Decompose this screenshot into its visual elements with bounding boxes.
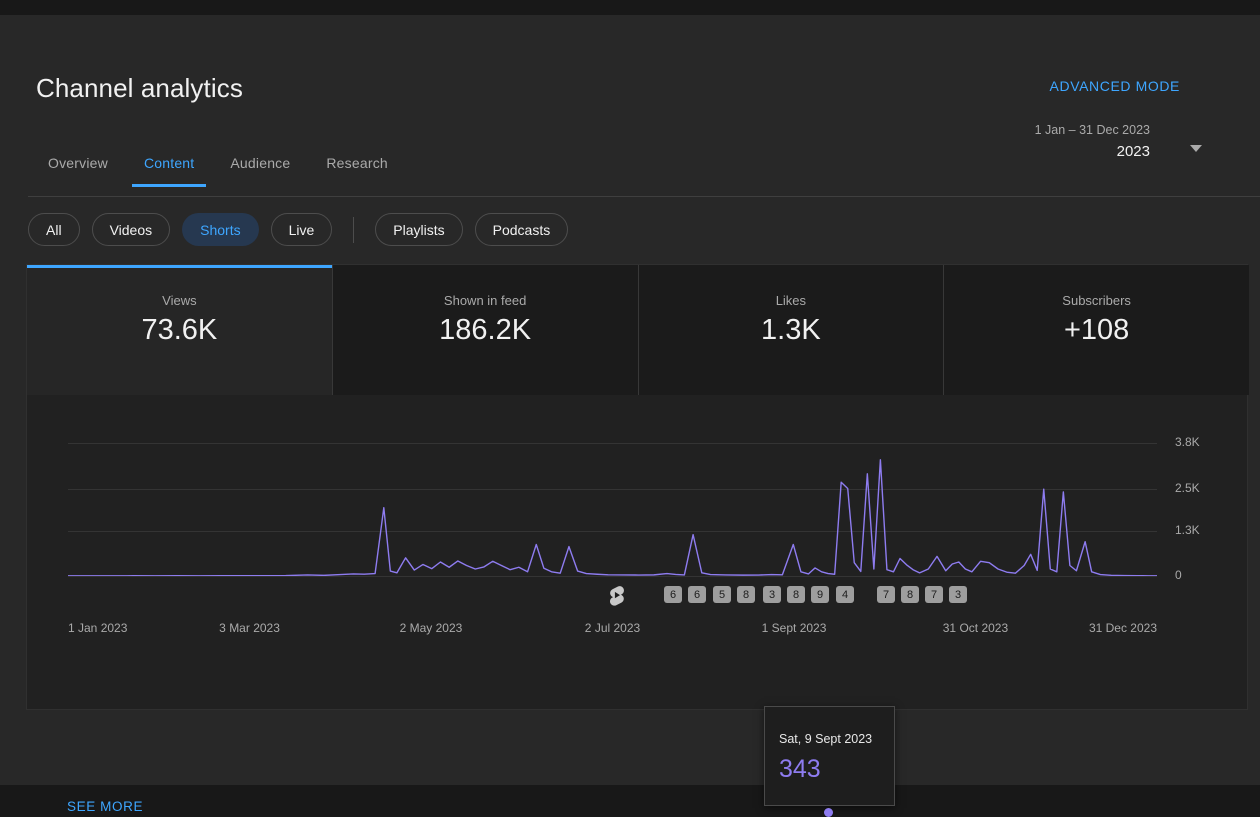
x-axis-tick-label: 31 Oct 2023 bbox=[943, 621, 1008, 635]
tabs-divider bbox=[28, 196, 1260, 197]
metric-label: Views bbox=[27, 293, 332, 308]
publish-count-badge[interactable]: 3 bbox=[763, 586, 781, 603]
x-axis-tick-label: 2 May 2023 bbox=[400, 621, 463, 635]
chip-videos[interactable]: Videos bbox=[92, 213, 171, 246]
x-axis-tick-label: 2 Jul 2023 bbox=[585, 621, 640, 635]
metric-card-shown-in-feed[interactable]: Shown in feed 186.2K bbox=[333, 265, 639, 395]
chip-live[interactable]: Live bbox=[271, 213, 333, 246]
analytics-page: Channel analytics ADVANCED MODE 1 Jan – … bbox=[0, 15, 1260, 785]
y-axis-tick-label: 2.5K bbox=[1175, 481, 1200, 495]
chart-tooltip: Sat, 9 Sept 2023 343 bbox=[764, 706, 895, 806]
publish-count-badge[interactable]: 3 bbox=[949, 586, 967, 603]
chip-all[interactable]: All bbox=[28, 213, 80, 246]
x-axis-tick-label: 1 Jan 2023 bbox=[68, 621, 127, 635]
chip-shorts[interactable]: Shorts bbox=[182, 213, 258, 246]
analytics-tabs: Overview Content Audience Research bbox=[36, 155, 412, 187]
views-line-chart[interactable] bbox=[68, 443, 1157, 576]
publish-count-badge[interactable]: 8 bbox=[787, 586, 805, 603]
tooltip-value: 343 bbox=[779, 755, 821, 784]
metric-label: Shown in feed bbox=[333, 293, 638, 308]
metric-cards: Views 73.6KShown in feed 186.2KLikes 1.3KSu… bbox=[27, 265, 1249, 395]
x-axis-tick-label: 1 Sept 2023 bbox=[762, 621, 827, 635]
metric-card-views[interactable]: Views 73.6K bbox=[27, 265, 333, 395]
publish-count-badge[interactable]: 6 bbox=[664, 586, 682, 603]
publish-count-badge[interactable]: 7 bbox=[877, 586, 895, 603]
metric-value: +108 bbox=[944, 314, 1249, 347]
publish-count-badge[interactable]: 8 bbox=[901, 586, 919, 603]
tab-content[interactable]: Content bbox=[132, 155, 206, 187]
chip-podcasts[interactable]: Podcasts bbox=[475, 213, 569, 246]
y-axis-tick-label: 3.8K bbox=[1175, 435, 1200, 449]
content-type-filters: All Videos Shorts Live Playlists Podcasts bbox=[28, 213, 568, 246]
metric-label: Subscribers bbox=[944, 293, 1249, 308]
date-range-value: 2023 bbox=[1117, 143, 1150, 160]
chart-hover-point bbox=[824, 808, 833, 817]
analytics-content: Channel analytics ADVANCED MODE 1 Jan – … bbox=[14, 15, 1260, 785]
metric-card-subscribers[interactable]: Subscribers +108 bbox=[944, 265, 1249, 395]
publish-count-badge[interactable]: 7 bbox=[925, 586, 943, 603]
page-title: Channel analytics bbox=[36, 73, 243, 104]
publish-count-badge[interactable]: 5 bbox=[713, 586, 731, 603]
metric-value: 186.2K bbox=[333, 314, 638, 347]
publish-count-badge[interactable]: 9 bbox=[811, 586, 829, 603]
metric-card-likes[interactable]: Likes 1.3K bbox=[639, 265, 945, 395]
x-axis-tick-label: 3 Mar 2023 bbox=[219, 621, 280, 635]
y-axis-tick-label: 0 bbox=[1175, 568, 1182, 582]
publish-count-badge[interactable]: 4 bbox=[836, 586, 854, 603]
gridline bbox=[68, 576, 1157, 577]
chip-playlists[interactable]: Playlists bbox=[375, 213, 462, 246]
metric-value: 1.3K bbox=[639, 314, 944, 347]
see-more-link[interactable]: SEE MORE bbox=[67, 799, 143, 814]
date-range-subtitle: 1 Jan – 31 Dec 2023 bbox=[1035, 123, 1150, 137]
chart-area: 0 1.3K 2.5K 3.8K 1 Jan 2023 3 Mar 2023 2 May … bbox=[27, 395, 1249, 711]
chip-divider bbox=[353, 217, 354, 243]
publish-count-badge[interactable]: 6 bbox=[688, 586, 706, 603]
y-axis-tick-label: 1.3K bbox=[1175, 523, 1200, 537]
advanced-mode-link[interactable]: ADVANCED MODE bbox=[1050, 78, 1180, 94]
publish-count-badge[interactable]: 8 bbox=[737, 586, 755, 603]
tab-overview[interactable]: Overview bbox=[36, 155, 120, 187]
tooltip-date: Sat, 9 Sept 2023 bbox=[779, 732, 872, 746]
publish-markers: 665838947873 bbox=[27, 586, 1249, 606]
metric-value: 73.6K bbox=[27, 314, 332, 347]
x-axis-tick-label: 31 Dec 2023 bbox=[1089, 621, 1157, 635]
metric-label: Likes bbox=[639, 293, 944, 308]
tab-research[interactable]: Research bbox=[314, 155, 400, 187]
date-range-selector[interactable]: 1 Jan – 31 Dec 2023 2023 bbox=[974, 123, 1224, 169]
chevron-down-icon bbox=[1190, 145, 1202, 152]
analytics-card: Views73.6KShown in feed186.2KLikes1.3KSu… bbox=[26, 264, 1248, 710]
tab-audience[interactable]: Audience bbox=[218, 155, 302, 187]
